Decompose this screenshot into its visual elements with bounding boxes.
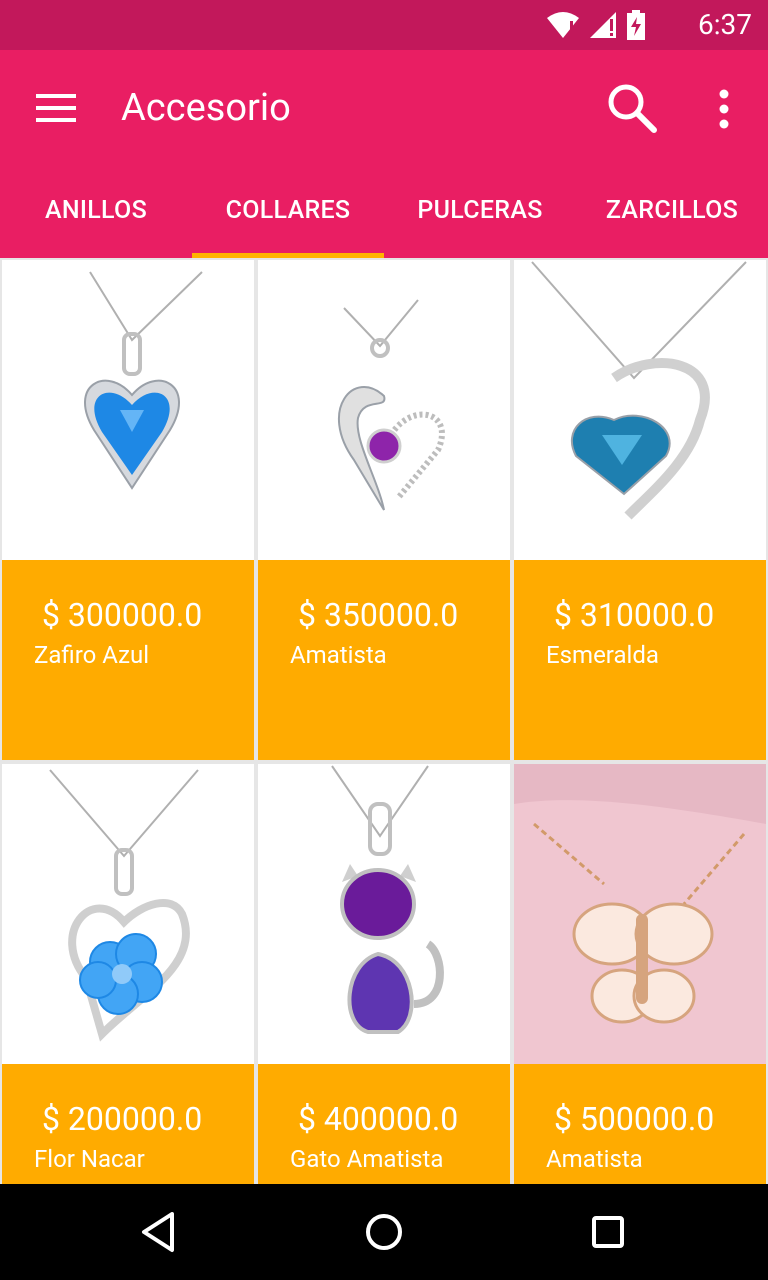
home-icon (366, 1214, 402, 1250)
category-tabs: ANILLOS COLLARES PULCERAS ZARCILLOS (0, 178, 768, 258)
product-info: $ 300000.0 Zafiro Azul (2, 560, 254, 760)
status-bar: 6:37 (0, 0, 768, 50)
product-price: $ 500000.0 (554, 1100, 715, 1138)
tab-label: COLLARES (225, 196, 351, 225)
tab-pulceras[interactable]: PULCERAS (384, 178, 576, 258)
tab-collares[interactable]: COLLARES (192, 178, 384, 258)
app-bar: Accesorio ANILLOS COLLARES PULCERAS ZARC… (0, 50, 768, 258)
product-name: Flor Nacar (34, 1145, 145, 1173)
overflow-menu-button[interactable] (708, 86, 740, 132)
product-card[interactable]: $ 500000.0 Amatista (514, 764, 766, 1184)
product-name: Amatista (290, 641, 387, 669)
search-button[interactable] (604, 80, 660, 136)
product-name: Esmeralda (546, 641, 659, 669)
back-icon (142, 1212, 174, 1252)
product-card[interactable]: $ 300000.0 Zafiro Azul (2, 260, 254, 760)
battery-charging-icon (627, 10, 645, 40)
signal-icon (590, 12, 616, 38)
product-info: $ 200000.0 Flor Nacar (2, 1064, 254, 1184)
product-price: $ 400000.0 (298, 1100, 459, 1138)
product-card[interactable]: $ 350000.0 Amatista (258, 260, 510, 760)
product-info: $ 500000.0 Amatista (514, 1064, 766, 1184)
tab-zarcillos[interactable]: ZARCILLOS (576, 178, 768, 258)
product-price: $ 300000.0 (42, 596, 203, 634)
search-icon (608, 84, 657, 133)
product-price: $ 350000.0 (298, 596, 459, 634)
product-image (258, 260, 510, 560)
product-price: $ 200000.0 (42, 1100, 203, 1138)
product-name: Zafiro Azul (34, 641, 150, 669)
product-image (2, 764, 254, 1064)
status-time: 6:37 (698, 8, 752, 41)
tab-label: PULCERAS (417, 196, 543, 225)
tab-anillos[interactable]: ANILLOS (0, 178, 192, 258)
system-nav-bar (0, 1184, 768, 1280)
product-image (258, 764, 510, 1064)
product-name: Amatista (546, 1145, 643, 1173)
product-card[interactable]: $ 200000.0 Flor Nacar (2, 764, 254, 1184)
product-grid: $ 300000.0 Zafiro Azul $ 350000.0 Amatis… (0, 258, 768, 1184)
product-card[interactable]: $ 310000.0 Esmeralda (514, 260, 766, 760)
menu-icon (36, 94, 76, 98)
menu-button[interactable] (34, 90, 78, 126)
recents-icon (592, 1216, 624, 1248)
product-image (514, 764, 766, 1064)
product-image (514, 260, 766, 560)
recents-button[interactable] (582, 1206, 634, 1258)
back-button[interactable] (134, 1206, 186, 1258)
page-title: Accesorio (121, 86, 291, 130)
status-icons (546, 10, 646, 40)
product-name: Gato Amatista (290, 1145, 444, 1173)
wifi-icon (547, 12, 579, 38)
product-info: $ 400000.0 Gato Amatista (258, 1064, 510, 1184)
product-price: $ 310000.0 (554, 596, 715, 634)
tab-label: ANILLOS (44, 196, 148, 225)
product-image (2, 260, 254, 560)
product-card[interactable]: $ 400000.0 Gato Amatista (258, 764, 510, 1184)
product-info: $ 310000.0 Esmeralda (514, 560, 766, 760)
product-info: $ 350000.0 Amatista (258, 560, 510, 760)
home-button[interactable] (358, 1206, 410, 1258)
tab-label: ZARCILLOS (605, 196, 739, 225)
more-vert-icon (719, 89, 729, 129)
